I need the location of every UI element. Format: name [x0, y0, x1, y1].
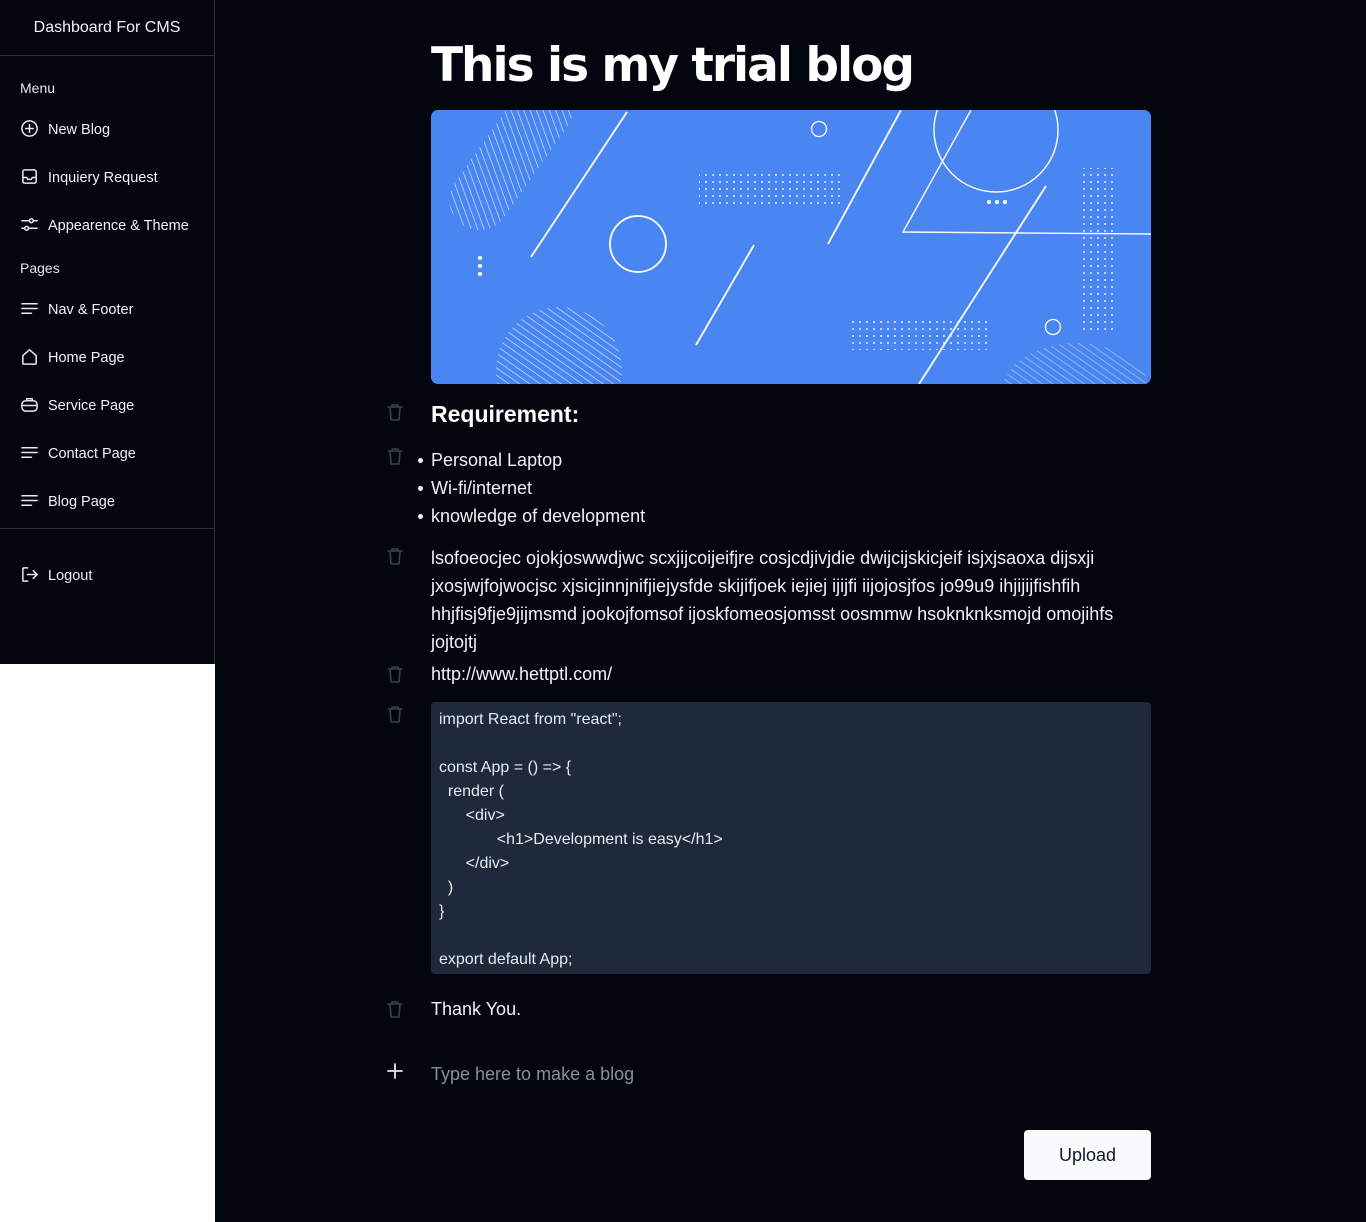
list-item: knowledge of development — [417, 502, 645, 530]
menu-lines-icon — [20, 491, 39, 514]
sidebar-item-label: Blog Page — [48, 494, 115, 510]
plus-circle-icon — [20, 119, 39, 142]
add-block-icon[interactable] — [386, 1062, 404, 1080]
block-code[interactable]: import React from "react"; const App = (… — [431, 702, 1151, 974]
delete-block-icon[interactable] — [386, 546, 404, 566]
sidebar-item-appearence-theme[interactable]: Appearence & Theme — [20, 214, 189, 238]
sidebar-item-contact-page[interactable]: Contact Page — [20, 442, 136, 466]
block-bullet-list[interactable]: Personal Laptop Wi-fi/internet knowledge… — [417, 446, 645, 530]
sidebar-item-label: Nav & Footer — [48, 302, 134, 318]
sidebar-item-new-blog[interactable]: New Blog — [20, 118, 110, 142]
menu-lines-icon — [20, 299, 39, 322]
sidebar-divider — [0, 528, 214, 529]
delete-block-icon[interactable] — [386, 402, 404, 422]
briefcase-icon — [20, 395, 39, 418]
inbox-icon — [20, 167, 39, 190]
block-closing-text[interactable]: Thank You. — [431, 999, 521, 1020]
sidebar-item-inquiery-request[interactable]: Inquiery Request — [20, 166, 158, 190]
sidebar-item-nav-footer[interactable]: Nav & Footer — [20, 298, 133, 322]
sidebar-item-service-page[interactable]: Service Page — [20, 394, 134, 418]
home-icon — [20, 347, 39, 370]
new-block-input[interactable] — [431, 1060, 1131, 1088]
list-item: Personal Laptop — [417, 446, 645, 474]
pages-section-label: Pages — [20, 260, 60, 276]
block-link[interactable]: http://www.hettptl.com/ — [431, 664, 612, 685]
abstract-geometric-illustration — [449, 110, 1151, 384]
menu-lines-icon — [20, 443, 39, 466]
sidebar-item-label: Home Page — [48, 350, 125, 366]
delete-block-icon[interactable] — [386, 446, 404, 466]
sidebar-item-label: Service Page — [48, 398, 135, 414]
sliders-icon — [20, 215, 39, 238]
sidebar-item-label: Contact Page — [48, 446, 136, 462]
delete-block-icon[interactable] — [386, 664, 404, 684]
sidebar-item-home-page[interactable]: Home Page — [20, 346, 125, 370]
upload-button[interactable]: Upload — [1024, 1130, 1151, 1180]
logout-icon — [20, 565, 39, 588]
block-heading[interactable]: Requirement: — [431, 401, 579, 428]
sidebar-item-label: Appearence & Theme — [48, 218, 189, 234]
delete-block-icon[interactable] — [386, 704, 404, 724]
blog-title[interactable]: This is my trial blog — [431, 38, 915, 93]
block-paragraph[interactable]: lsofoeocjec ojokjoswwdjwc scxjijcoijeifj… — [431, 544, 1151, 656]
sidebar-item-label: Inquiery Request — [48, 170, 158, 186]
sidebar-item-blog-page[interactable]: Blog Page — [20, 490, 115, 514]
brand-title: Dashboard For CMS — [0, 0, 214, 56]
logout-label: Logout — [48, 568, 93, 584]
list-item: Wi-fi/internet — [417, 474, 645, 502]
sidebar: Dashboard For CMS Menu New Blog Inquiery… — [0, 0, 215, 664]
delete-block-icon[interactable] — [386, 999, 404, 1019]
menu-section-label: Menu — [20, 80, 56, 96]
logout-button[interactable]: Logout — [20, 564, 92, 588]
blog-editor: This is my trial blog Requirement: Perso… — [215, 0, 1366, 1222]
blog-cover-image — [431, 110, 1151, 384]
sidebar-item-label: New Blog — [48, 122, 111, 138]
